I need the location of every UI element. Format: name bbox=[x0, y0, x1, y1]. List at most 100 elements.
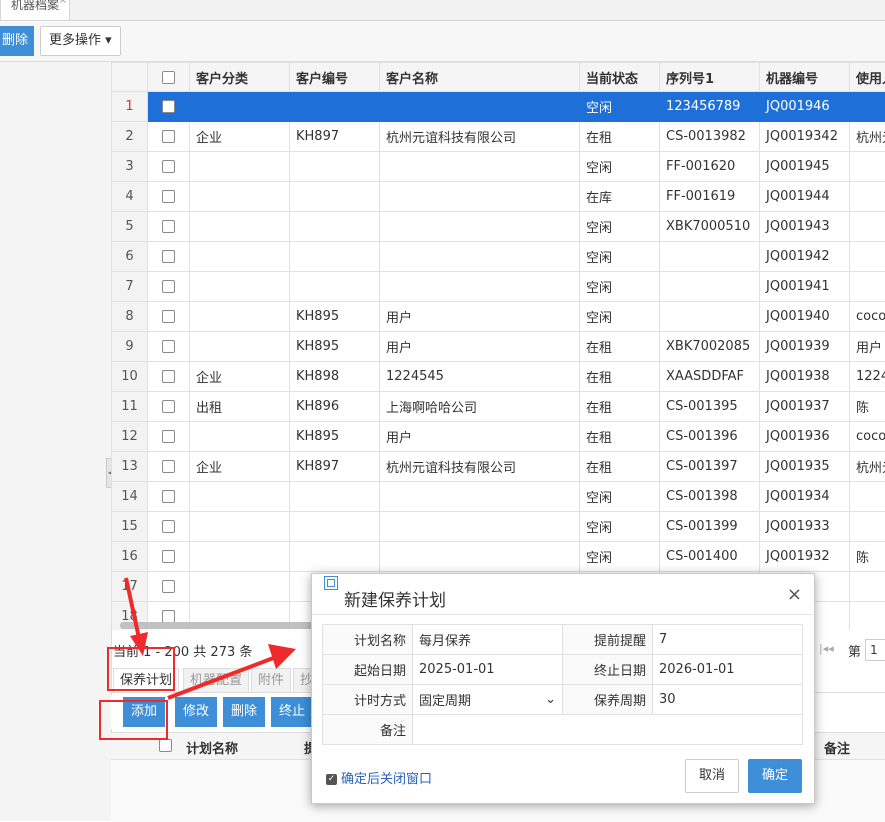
cell-status: 空闲 bbox=[580, 302, 660, 332]
select-all-checkbox[interactable] bbox=[148, 63, 190, 92]
tab-bar: 机器档案 × bbox=[0, 0, 885, 21]
row-checkbox[interactable] bbox=[148, 332, 190, 362]
tab-machine-archive[interactable]: 机器档案 × bbox=[0, 0, 70, 20]
col-plan-name[interactable]: 计划名称 bbox=[186, 738, 238, 757]
cancel-button[interactable]: 取消 bbox=[685, 759, 739, 793]
timing-mode-select[interactable]: 固定周期 ⌄ bbox=[413, 685, 563, 715]
dialog-title: 新建保养计划 bbox=[344, 586, 446, 611]
tab-machine-config[interactable]: 机器配置 bbox=[183, 668, 249, 692]
table-row[interactable]: 5空闲XBK7000510JQ001943 bbox=[112, 212, 885, 242]
cell-customer-name bbox=[380, 212, 580, 242]
left-panel bbox=[0, 62, 112, 821]
cell-serial: CS-001395 bbox=[660, 392, 760, 422]
col-customer-name[interactable]: 客户名称 bbox=[380, 63, 580, 92]
end-date-input[interactable]: 2026-01-01 bbox=[653, 655, 803, 685]
edit-button[interactable]: 修改 bbox=[175, 697, 217, 727]
cell-machine-no: JQ001940 bbox=[760, 302, 850, 332]
tab-attachments[interactable]: 附件 bbox=[251, 668, 291, 692]
cell-user bbox=[850, 512, 885, 542]
plan-select-all-checkbox[interactable] bbox=[159, 739, 172, 752]
start-date-input[interactable]: 2025-01-01 bbox=[413, 655, 563, 685]
cell-customer-name bbox=[380, 242, 580, 272]
cell-user: coco bbox=[850, 422, 885, 452]
table-row[interactable]: 2企业KH897杭州元谊科技有限公司在租CS-0013982JQ0019342杭… bbox=[112, 122, 885, 152]
confirm-button[interactable]: 确定 bbox=[748, 759, 802, 793]
cell-serial bbox=[660, 302, 760, 332]
col-user[interactable]: 使用人 bbox=[850, 63, 885, 92]
cell-customer-name bbox=[380, 512, 580, 542]
detail-delete-button[interactable]: 删除 bbox=[223, 697, 265, 727]
cell-serial: XBK7000510 bbox=[660, 212, 760, 242]
plan-name-input[interactable]: 每月保养 bbox=[413, 625, 563, 655]
stop-button[interactable]: 终止 bbox=[271, 697, 313, 727]
row-checkbox[interactable] bbox=[148, 452, 190, 482]
table-row[interactable]: 6空闲JQ001942 bbox=[112, 242, 885, 272]
row-checkbox[interactable] bbox=[148, 542, 190, 572]
row-checkbox[interactable] bbox=[148, 482, 190, 512]
row-checkbox[interactable] bbox=[148, 362, 190, 392]
row-checkbox[interactable] bbox=[148, 392, 190, 422]
horizontal-scrollbar[interactable] bbox=[120, 622, 320, 629]
remind-input[interactable]: 7 bbox=[653, 625, 803, 655]
delete-button[interactable]: 删除 bbox=[0, 26, 34, 56]
col-status[interactable]: 当前状态 bbox=[580, 63, 660, 92]
timing-mode-value: 固定周期 bbox=[419, 690, 471, 709]
table-row[interactable]: 9KH895用户在租XBK7002085JQ001939用户 bbox=[112, 332, 885, 362]
close-icon[interactable]: × bbox=[787, 584, 802, 605]
timing-mode-label: 计时方式 bbox=[323, 685, 413, 715]
table-row[interactable]: 7空闲JQ001941 bbox=[112, 272, 885, 302]
table-row[interactable]: 14空闲CS-001398JQ001934 bbox=[112, 482, 885, 512]
col-serial[interactable]: 序列号1 bbox=[660, 63, 760, 92]
table-row[interactable]: 8KH895用户空闲JQ001940coco bbox=[112, 302, 885, 332]
cell-user: 杭州元 bbox=[850, 452, 885, 482]
cell-customer-code bbox=[290, 482, 380, 512]
row-checkbox[interactable] bbox=[148, 122, 190, 152]
cell-customer-name: 用户 bbox=[380, 302, 580, 332]
cell-status: 在库 bbox=[580, 182, 660, 212]
table-row[interactable]: 11出租KH896上海啊哈哈公司在租CS-001395JQ001937陈 bbox=[112, 392, 885, 422]
table-row[interactable]: 12KH895用户在租CS-001396JQ001936coco bbox=[112, 422, 885, 452]
row-checkbox[interactable] bbox=[148, 302, 190, 332]
close-after-confirm-checkbox[interactable]: ✓确定后关闭窗口 bbox=[326, 768, 432, 787]
cell-serial: CS-001398 bbox=[660, 482, 760, 512]
cell-customer-name: 杭州元谊科技有限公司 bbox=[380, 452, 580, 482]
row-checkbox[interactable] bbox=[148, 272, 190, 302]
check-icon: ✓ bbox=[326, 774, 337, 785]
table-row[interactable]: 1空闲123456789JQ001946 bbox=[112, 92, 885, 122]
tab-label: 机器档案 bbox=[11, 0, 59, 12]
row-number: 10 bbox=[112, 362, 148, 392]
col-machine-no[interactable]: 机器编号 bbox=[760, 63, 850, 92]
more-actions-button[interactable]: 更多操作 ▾ bbox=[40, 26, 121, 56]
table-row[interactable]: 13企业KH897杭州元谊科技有限公司在租CS-001397JQ001935杭州… bbox=[112, 452, 885, 482]
cell-category: 企业 bbox=[190, 362, 290, 392]
col-customer-category[interactable]: 客户分类 bbox=[190, 63, 290, 92]
table-row[interactable]: 16空闲CS-001400JQ001932陈 bbox=[112, 542, 885, 572]
row-checkbox[interactable] bbox=[148, 572, 190, 602]
note-input[interactable] bbox=[413, 715, 803, 745]
row-checkbox[interactable] bbox=[148, 182, 190, 212]
col-customer-code[interactable]: 客户编号 bbox=[290, 63, 380, 92]
col-plan-note[interactable]: 备注 bbox=[824, 738, 850, 757]
row-checkbox[interactable] bbox=[148, 512, 190, 542]
cell-machine-no: JQ001933 bbox=[760, 512, 850, 542]
cell-category bbox=[190, 92, 290, 122]
page-input[interactable]: 1 bbox=[865, 639, 885, 661]
chevron-down-icon: ▾ bbox=[105, 33, 112, 48]
row-checkbox[interactable] bbox=[148, 242, 190, 272]
row-number: 2 bbox=[112, 122, 148, 152]
close-icon[interactable]: × bbox=[59, 0, 67, 6]
row-checkbox[interactable] bbox=[148, 92, 190, 122]
cell-status: 在租 bbox=[580, 362, 660, 392]
cycle-input[interactable]: 30 bbox=[653, 685, 803, 715]
cell-category bbox=[190, 272, 290, 302]
table-row[interactable]: 15空闲CS-001399JQ001933 bbox=[112, 512, 885, 542]
table-row[interactable]: 4在库FF-001619JQ001944 bbox=[112, 182, 885, 212]
cell-status: 空闲 bbox=[580, 482, 660, 512]
row-checkbox[interactable] bbox=[148, 212, 190, 242]
cell-customer-code bbox=[290, 212, 380, 242]
table-row[interactable]: 10企业KH8981224545在租XAASDDFAFJQ0019381224 bbox=[112, 362, 885, 392]
first-page-icon[interactable]: |◂◂ bbox=[819, 642, 834, 655]
row-checkbox[interactable] bbox=[148, 152, 190, 182]
table-row[interactable]: 3空闲FF-001620JQ001945 bbox=[112, 152, 885, 182]
row-checkbox[interactable] bbox=[148, 422, 190, 452]
